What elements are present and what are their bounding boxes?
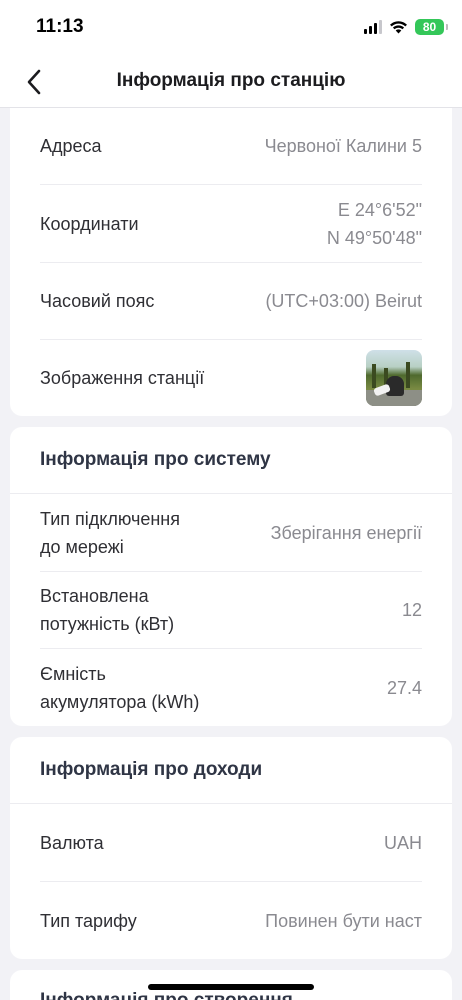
nav-bar: Інформація про станцію [0,56,462,108]
currency-label: Валюта [40,832,104,853]
tariff-type-value: Повинен бути наст [265,910,422,931]
grid-connection-row[interactable]: Тип підключення до мережі Зберігання ене… [40,494,422,572]
station-image-label: Зображення станції [40,368,205,388]
coordinates-latitude: N 49°50'48" [326,227,422,248]
grid-connection-label-line1: Тип підключення [40,508,180,529]
currency-value: UAH [383,832,422,853]
battery-capacity-label-line2: акумулятора (kWh) [40,691,200,712]
system-section-header: Інформація про систему [10,427,452,494]
income-section-header: Інформація про доходи [10,737,452,804]
battery-capacity-row[interactable]: Ємність акумулятора (kWh) 27.4 [40,649,422,726]
system-section-title: Інформація про систему [40,449,271,470]
station-image-thumbnail[interactable] [366,350,422,406]
timezone-value: (UTC+03:00) Beirut [265,291,422,311]
page-title: Інформація про станцію [116,70,346,91]
income-section-title: Інформація про доходи [40,759,263,780]
address-row[interactable]: Адреса Червоної Калини 5 [40,108,422,185]
grid-connection-label-line2: до мережі [40,536,124,557]
home-indicator [148,984,314,990]
grid-connection-label: Тип підключення до мережі [40,505,180,561]
address-value: Червоної Калини 5 [264,136,422,156]
battery-capacity-label: Ємність акумулятора (kWh) [40,660,199,716]
coordinates-longitude: E 24°6'52" [337,199,422,220]
battery-capacity-label-line1: Ємність [40,663,106,684]
tariff-type-row[interactable]: Тип тарифу Повинен бути наст [40,882,422,959]
station-image-row[interactable]: Зображення станції [40,340,422,416]
installed-power-label-line2: потужність (кВт) [40,614,175,634]
tariff-type-label: Тип тарифу [40,910,137,931]
battery-level: 80 [422,20,437,34]
status-bar: 11:13 80 [0,0,462,56]
status-time: 11:13 [36,16,84,37]
system-info-card: Інформація про систему Тип підключення д… [10,427,452,726]
installed-power-value: 12 [401,600,422,620]
installed-power-label-line1: Встановлена [40,586,149,606]
installed-power-row[interactable]: Встановлена потужність (кВт) 12 [40,572,422,649]
coordinates-label: Координати [40,213,139,234]
timezone-label: Часовий пояс [40,291,155,311]
income-info-card: Інформація про доходи Валюта UAH Тип тар… [10,737,452,959]
wifi-icon [389,20,408,34]
battery-capacity-value: 27.4 [386,677,422,698]
status-icons: 80 [364,17,448,37]
creation-section-title: Інформація про створення [40,990,293,1000]
battery-icon: 80 [415,19,448,35]
coordinates-value: E 24°6'52" N 49°50'48" [327,196,422,252]
grid-connection-value: Зберігання енергії [270,522,422,543]
station-info-card: Адреса Червоної Калини 5 Координати E 24… [10,108,452,416]
currency-row[interactable]: Валюта UAH [40,804,422,882]
timezone-row[interactable]: Часовий пояс (UTC+03:00) Beirut [40,263,422,340]
installed-power-label: Встановлена потужність (кВт) [40,582,174,638]
signal-icon [364,20,382,34]
address-label: Адреса [40,136,102,156]
coordinates-row[interactable]: Координати E 24°6'52" N 49°50'48" [40,185,422,263]
